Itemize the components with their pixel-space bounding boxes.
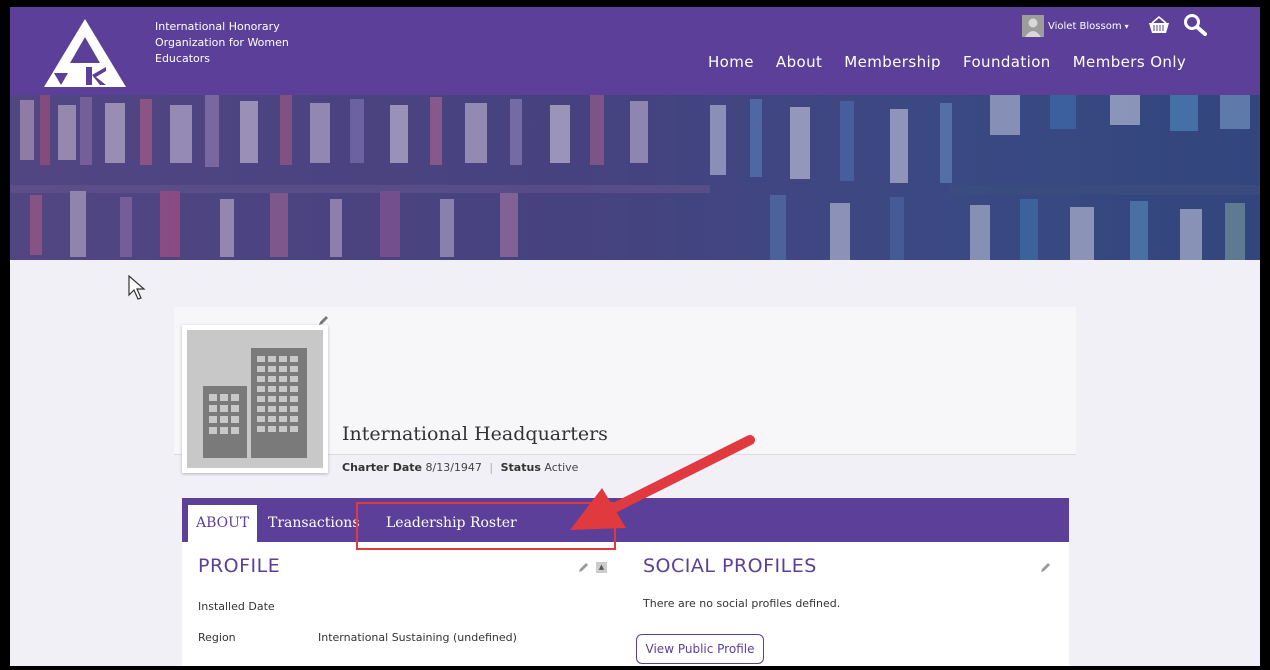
tab-transactions[interactable]: Transactions xyxy=(268,505,360,542)
basket-icon[interactable] xyxy=(1148,15,1170,35)
org-name-line: International Honorary xyxy=(155,20,280,33)
nav-home[interactable]: Home xyxy=(708,53,754,71)
field-label-region: Region xyxy=(198,631,236,644)
main-nav: Home About Membership Foundation Members… xyxy=(708,53,1208,71)
separator: | xyxy=(489,461,494,474)
nav-members-only[interactable]: Members Only xyxy=(1073,53,1186,71)
pencil-icon[interactable] xyxy=(577,562,589,574)
library-banner-image xyxy=(10,95,1260,260)
profile-section-title: PROFILE xyxy=(198,555,281,577)
user-silhouette-icon xyxy=(1025,18,1041,37)
chevron-down-icon: ▾ xyxy=(1124,21,1129,31)
pencil-icon[interactable] xyxy=(1039,562,1051,574)
user-name: Violet Blossom xyxy=(1048,20,1122,32)
logo[interactable] xyxy=(42,17,128,89)
charter-date-label: Charter Date xyxy=(342,461,422,474)
avatar xyxy=(1022,15,1044,37)
search-icon[interactable] xyxy=(1183,13,1209,37)
mouse-pointer-icon xyxy=(128,275,146,300)
status-label: Status xyxy=(500,461,541,474)
nav-about[interactable]: About xyxy=(776,53,822,71)
site-header: International Honorary Organization for … xyxy=(10,7,1260,95)
annotation-arrow-icon xyxy=(570,435,755,530)
browser-viewport: International Honorary Organization for … xyxy=(10,7,1260,666)
field-value-region: International Sustaining (undefined) xyxy=(318,631,517,644)
nav-foundation[interactable]: Foundation xyxy=(963,53,1051,71)
collapse-button[interactable]: ▲ xyxy=(596,562,607,573)
view-public-profile-button[interactable]: View Public Profile xyxy=(636,634,764,664)
nav-membership[interactable]: Membership xyxy=(844,53,941,71)
charter-status-line: Charter Date 8/13/1947 | Status Active xyxy=(342,461,578,474)
tab-content-panel xyxy=(182,542,1069,666)
charter-date-value: 8/13/1947 xyxy=(425,461,482,474)
org-name-line: Organization for Women xyxy=(155,36,289,49)
tab-about[interactable]: ABOUT xyxy=(188,505,258,542)
field-label-installed-date: Installed Date xyxy=(198,600,275,613)
building-icon xyxy=(203,348,307,458)
org-name: International Honorary Organization for … xyxy=(155,19,335,67)
org-name-line: Educators xyxy=(155,52,210,65)
social-profiles-title: SOCIAL PROFILES xyxy=(643,555,817,577)
no-social-profiles-text: There are no social profiles defined. xyxy=(643,597,841,610)
profile-photo xyxy=(182,325,328,473)
user-menu[interactable]: Violet Blossom ▾ xyxy=(1022,14,1129,38)
